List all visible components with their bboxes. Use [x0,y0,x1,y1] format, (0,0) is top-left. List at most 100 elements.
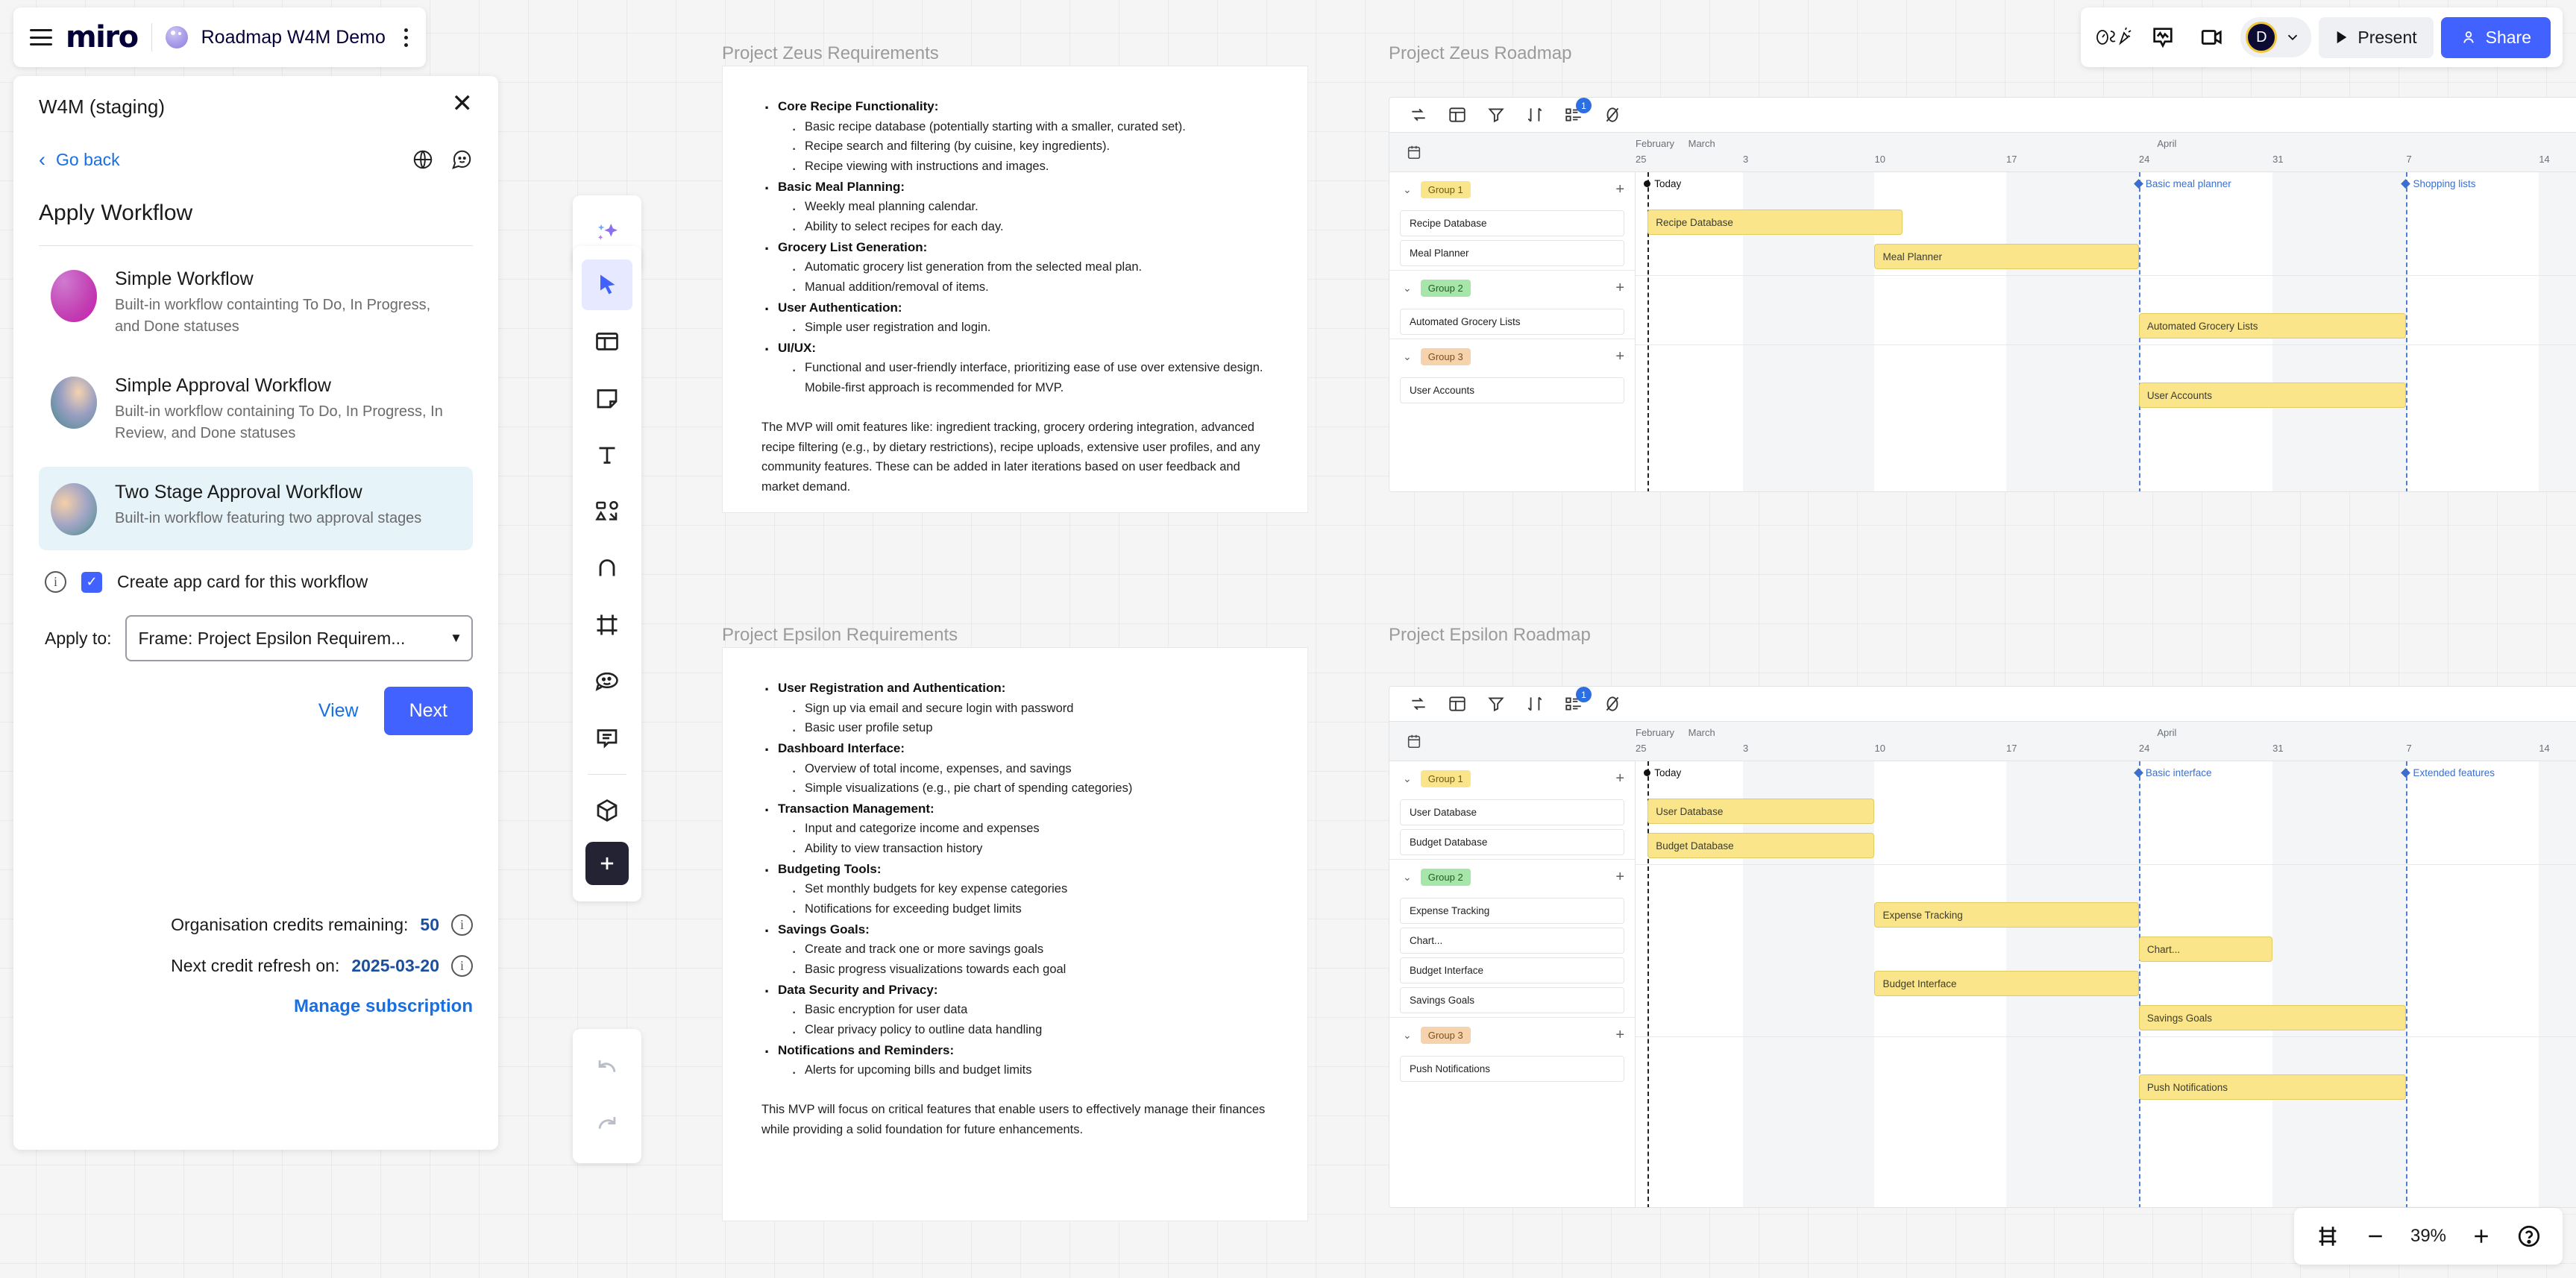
info-icon[interactable]: i [451,914,473,936]
roadmap-task-item[interactable]: User Database [1400,799,1624,825]
fields-icon[interactable]: 1 [1564,694,1583,714]
apps-cube-tool[interactable] [582,785,632,836]
roadmap-zeus-task-list[interactable]: ⌄Group 1+Recipe DatabaseMeal Planner⌄Gro… [1389,172,1636,492]
cursor-tool[interactable] [582,259,632,310]
add-task-button[interactable]: + [1615,184,1624,195]
roadmap-zeus[interactable]: 1 FebruaryMarchApril2531017243171421 ⌄Gr… [1389,97,2576,492]
comment-tool[interactable] [582,713,632,764]
activity-chat-icon[interactable] [2142,16,2184,58]
group-badge[interactable]: Group 1 [1421,181,1471,198]
zoom-toolbar[interactable]: 39% [2294,1208,2563,1265]
milestone-label[interactable]: Basic interface [2135,767,2212,778]
gantt-bar[interactable]: Automated Grocery Lists [2139,313,2407,339]
add-task-button[interactable]: + [1615,283,1624,293]
milestone-label[interactable]: Basic meal planner [2135,178,2231,189]
add-more-tool[interactable] [585,842,629,885]
group-badge[interactable]: Group 2 [1421,280,1471,297]
roadmap-group-header[interactable]: ⌄ Group 2 + [1389,860,1635,894]
roadmap-epsilon[interactable]: 1 FebruaryMarchApril2531017243171421 ⌄Gr… [1389,686,2576,1208]
gantt-bar[interactable]: Push Notifications [2139,1074,2407,1100]
zoom-in-button[interactable] [2460,1215,2503,1258]
frame-title-zeus-roadmap[interactable]: Project Zeus Roadmap [1389,43,1571,64]
feedback-icon[interactable] [450,148,473,171]
view-button[interactable]: View [318,700,359,722]
apply-to-row[interactable]: Apply to: Frame: Project Epsilon Require… [39,615,473,661]
chevron-down-icon[interactable]: ⌄ [1403,772,1412,785]
roadmap-group-header[interactable]: ⌄Group 3+ [1389,1018,1635,1052]
gantt-bar[interactable]: Budget Interface [1874,971,2138,996]
frame-title-zeus-requirements[interactable]: Project Zeus Requirements [722,43,939,64]
gantt-bar[interactable]: Meal Planner [1874,244,2138,269]
board-canvas[interactable]: Project Zeus Requirements Project Zeus R… [0,0,2576,1278]
milestone-label[interactable]: Shopping lists [2402,178,2475,189]
hide-icon[interactable] [1603,105,1622,125]
next-button[interactable]: Next [384,687,473,735]
add-task-button[interactable]: + [1615,1030,1624,1040]
zoom-level-value[interactable]: 39% [2401,1226,2455,1247]
frame-zeus-requirements[interactable]: Core Recipe Functionality:Basic recipe d… [722,66,1308,513]
roadmap-task-item[interactable]: Budget Interface [1400,957,1624,983]
workflow-card[interactable]: Two Stage Approval WorkflowBuilt-in work… [39,467,473,550]
roadmap-zeus-gantt[interactable]: TodayBasic meal plannerShopping listsRec… [1636,172,2576,492]
roadmap-epsilon-body[interactable]: ⌄Group 1+User DatabaseBudget Database⌄Gr… [1389,761,2576,1208]
add-task-button[interactable]: + [1615,872,1624,882]
globe-icon[interactable] [412,148,434,171]
create-app-card-checkbox[interactable]: ✓ [81,572,102,593]
hide-icon[interactable] [1603,694,1622,714]
fields-icon[interactable]: 1 [1564,105,1583,125]
group-badge[interactable]: Group 2 [1421,869,1471,886]
top-right-toolbar[interactable]: D Present Share [2081,7,2563,67]
roadmap-task-item[interactable]: Expense Tracking [1400,898,1624,924]
group-badge[interactable]: Group 3 [1421,1027,1471,1044]
more-options-icon[interactable] [403,28,409,47]
chevron-down-icon[interactable]: ⌄ [1403,871,1412,884]
video-call-icon[interactable] [2191,16,2233,58]
chevron-down-icon[interactable]: ⌄ [1403,183,1412,196]
roadmap-zeus-toolbar[interactable]: 1 [1389,98,2576,132]
filter-icon[interactable] [1486,105,1506,125]
roadmap-group-header[interactable]: ⌄Group 1+ [1389,761,1635,796]
info-icon[interactable]: i [45,571,66,593]
roadmap-task-item[interactable]: Meal Planner [1400,240,1624,266]
milestone-label[interactable]: Extended features [2402,767,2495,778]
gantt-bar[interactable]: Recipe Database [1647,210,1903,235]
toolbar-main[interactable] [573,246,641,901]
roadmap-group-header[interactable]: ⌄Group 2+ [1389,271,1635,305]
info-icon[interactable]: i [451,955,473,977]
close-icon[interactable]: ✕ [452,95,474,112]
sticky-note-tool[interactable] [582,373,632,424]
gantt-bar[interactable]: User Database [1647,799,1874,824]
add-task-button[interactable]: + [1615,773,1624,784]
celebrate-icon[interactable] [2093,16,2134,58]
gantt-bar[interactable]: Expense Tracking [1874,902,2138,928]
apply-workflow-panel[interactable]: W4M (staging) ✕ ‹ Go back Apply Workflow… [13,76,498,1150]
apply-to-select[interactable]: Frame: Project Epsilon Requirem... ▼ [125,615,474,661]
shapes-tool[interactable] [582,486,632,537]
frame-title-epsilon-roadmap[interactable]: Project Epsilon Roadmap [1389,625,1591,646]
sort-icon[interactable] [1525,694,1545,714]
frame-tool[interactable] [582,599,632,650]
zoom-out-button[interactable] [2354,1215,2397,1258]
board-title[interactable]: Roadmap W4M Demo [201,27,386,48]
roadmap-task-item[interactable]: Push Notifications [1400,1056,1624,1082]
share-button[interactable]: Share [2441,17,2551,58]
roadmap-task-item[interactable]: Savings Goals [1400,987,1624,1013]
frame-epsilon-requirements[interactable]: User Registration and Authentication:Sig… [722,647,1308,1221]
group-badge[interactable]: Group 3 [1421,348,1471,365]
workflow-list[interactable]: Simple WorkflowBuilt-in workflow contain… [39,254,473,550]
filter-icon[interactable] [1486,694,1506,714]
gantt-bar[interactable]: Savings Goals [2139,1005,2407,1030]
undo-icon[interactable] [582,1042,632,1093]
fit-to-screen-icon[interactable] [2306,1215,2349,1258]
help-icon[interactable] [2507,1215,2551,1258]
roadmap-epsilon-toolbar[interactable]: 1 [1389,687,2576,721]
present-button[interactable]: Present [2319,17,2433,58]
manage-subscription-link[interactable]: Manage subscription [39,996,473,1017]
create-app-card-row[interactable]: i ✓ Create app card for this workflow [39,571,473,593]
roadmap-zeus-body[interactable]: ⌄ Group 1 + Recipe Database Meal Planner ⌄ Gro… [1389,172,2576,492]
add-task-button[interactable]: + [1615,351,1624,362]
roadmap-group-header[interactable]: ⌄ Group 1 + [1389,172,1635,207]
go-back-button[interactable]: ‹ Go back [39,150,120,170]
gantt-bar[interactable]: User Accounts [2139,383,2407,408]
frame-title-epsilon-requirements[interactable]: Project Epsilon Requirements [722,625,958,646]
